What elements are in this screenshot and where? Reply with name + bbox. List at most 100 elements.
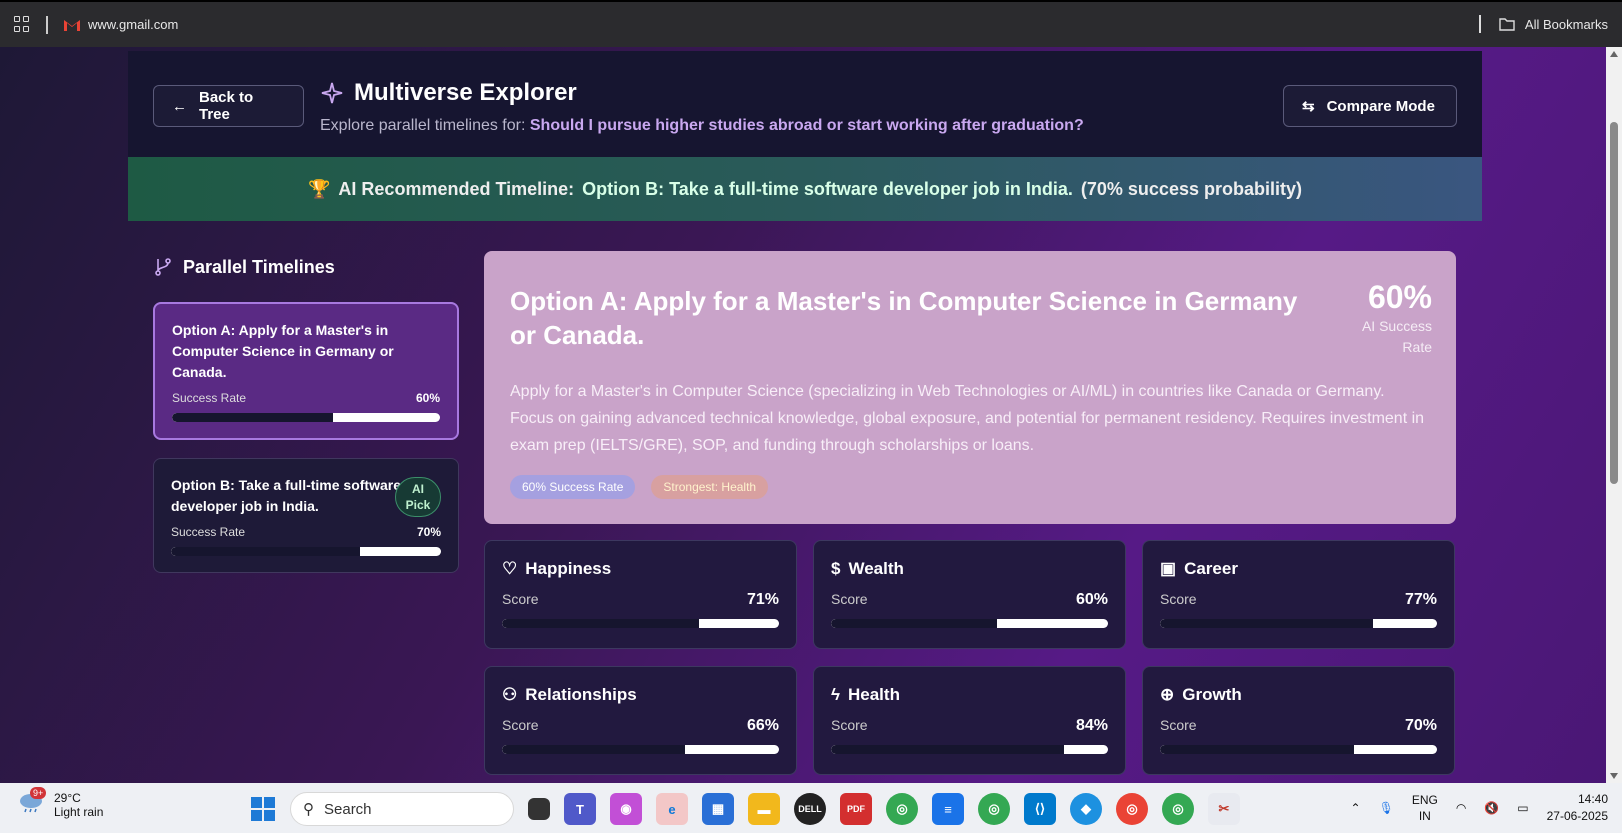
- search-icon: ⚲: [303, 801, 314, 818]
- microphone-icon[interactable]: 🎙: [1379, 801, 1394, 815]
- success-rate-bar: [172, 413, 440, 422]
- vscode-icon[interactable]: ⟨⟩: [1024, 793, 1056, 825]
- store-icon[interactable]: ▦: [702, 793, 734, 825]
- metric-name: Health: [848, 685, 900, 704]
- timeline-name: Option B: Take a full-time software deve…: [171, 477, 401, 514]
- scroll-up-arrow-icon[interactable]: [1610, 51, 1618, 57]
- system-tray: ⌃ 🎙 ENG IN ◠ 🔇 ▭ 14:40 27-06-2025: [1351, 791, 1608, 825]
- metric-card-growth: ⊕ Growth Score 70%: [1142, 666, 1455, 775]
- metric-name: Relationships: [525, 685, 637, 704]
- clock[interactable]: 14:40 27-06-2025: [1547, 791, 1608, 825]
- copilot-icon[interactable]: ◉: [610, 793, 642, 825]
- dollar-icon: $: [831, 559, 841, 578]
- clock-time: 14:40: [1577, 792, 1608, 806]
- bookmarks-label[interactable]: All Bookmarks: [1525, 17, 1608, 32]
- docker-icon[interactable]: ◆: [1070, 793, 1102, 825]
- timeline-card-option-a[interactable]: Option A: Apply for a Master's in Comput…: [153, 302, 459, 440]
- metric-card-happiness: ♡ Happiness Score 71%: [484, 540, 797, 649]
- score-bar-fill: [502, 619, 699, 628]
- briefcase-icon: ▣: [1160, 559, 1177, 578]
- score-label: Score: [1160, 717, 1197, 733]
- score-label: Score: [831, 591, 868, 607]
- url-text[interactable]: www.gmail.com: [88, 17, 178, 32]
- page-scrollbar[interactable]: [1606, 47, 1622, 783]
- ai-pick-badge: AI Pick: [395, 477, 441, 517]
- banner-prefix: AI Recommended Timeline:: [338, 178, 575, 199]
- recommended-option: Option B: Take a full-time software deve…: [582, 178, 1073, 199]
- chrome-profile-c2-icon[interactable]: ◎: [1116, 793, 1148, 825]
- detail-chips: 60% Success Rate Strongest: Health: [510, 475, 1430, 499]
- score-bar-fill: [1160, 745, 1354, 754]
- metric-card-career: ▣ Career Score 77%: [1142, 540, 1455, 649]
- timeline-card-option-b[interactable]: Option B: Take a full-time software deve…: [153, 458, 459, 573]
- volume-muted-icon[interactable]: 🔇: [1484, 801, 1499, 815]
- success-rate-bar-fill: [172, 413, 333, 422]
- battery-icon[interactable]: ▭: [1517, 801, 1528, 815]
- apps-grid-icon[interactable]: [14, 15, 32, 34]
- chevron-up-icon[interactable]: ⌃: [1351, 801, 1361, 815]
- divider: [46, 15, 48, 34]
- score-label: Score: [502, 591, 539, 607]
- scroll-down-arrow-icon[interactable]: [1610, 773, 1618, 779]
- metric-name: Career: [1184, 559, 1238, 578]
- gmail-icon: [64, 19, 80, 31]
- bookmarks-area[interactable]: All Bookmarks: [1478, 15, 1608, 33]
- language-indicator[interactable]: ENG IN: [1412, 792, 1438, 824]
- score-label: Score: [1160, 591, 1197, 607]
- folder-icon: [1499, 18, 1515, 31]
- score-label: Score: [831, 717, 868, 733]
- header: ← Back to Tree Multiverse Explorer Explo…: [128, 51, 1482, 157]
- compare-mode-button[interactable]: ⇆ Compare Mode: [1283, 85, 1457, 127]
- file-explorer-icon[interactable]: ▬: [748, 793, 780, 825]
- success-rate-bar: [171, 547, 441, 556]
- lang-top: ENG: [1411, 793, 1438, 807]
- notepad-icon[interactable]: ≡: [932, 793, 964, 825]
- timeline-detail-card: Option A: Apply for a Master's in Comput…: [484, 251, 1456, 524]
- sidebar-heading: Parallel Timelines: [153, 252, 459, 282]
- score-bar: [502, 619, 779, 628]
- trophy-icon: 🏆: [308, 178, 331, 199]
- pdf-icon[interactable]: PDF: [840, 793, 872, 825]
- dell-icon[interactable]: DELL: [794, 793, 826, 825]
- score-value: 77%: [1404, 591, 1437, 608]
- weather-temp: 29°C: [54, 791, 81, 805]
- detail-title: Option A: Apply for a Master's in Comput…: [510, 286, 1298, 350]
- score-bar-fill: [502, 745, 685, 754]
- metric-name: Happiness: [525, 559, 612, 578]
- weather-widget[interactable]: 9+ 29°C Light rain: [18, 787, 103, 819]
- rain-cloud-icon: 9+: [18, 787, 47, 813]
- teams-icon[interactable]: T: [564, 793, 596, 825]
- users-icon: ⚇: [502, 685, 518, 704]
- success-rate-chip: 60% Success Rate: [510, 475, 636, 499]
- compare-label: Compare Mode: [1326, 97, 1435, 115]
- browser-toolbar: www.gmail.com All Bookmarks: [0, 0, 1622, 47]
- score-bar: [1160, 619, 1437, 628]
- score-bar-fill: [1160, 619, 1374, 628]
- score-value: 70%: [1404, 717, 1437, 734]
- wifi-icon[interactable]: ◠: [1456, 801, 1466, 815]
- chrome-profile-p-icon[interactable]: ◎: [886, 793, 918, 825]
- scrollbar-thumb[interactable]: [1610, 122, 1618, 484]
- task-view-icon[interactable]: [528, 798, 550, 820]
- timeline-name: Option A: Apply for a Master's in Comput…: [172, 322, 394, 380]
- chrome-profile-c-icon[interactable]: ◎: [978, 793, 1010, 825]
- bolt-icon: ϟ: [831, 685, 840, 704]
- divider: [1478, 15, 1481, 33]
- metric-card-relationships: ⚇ Relationships Score 66%: [484, 666, 797, 775]
- strongest-chip: Strongest: Health: [651, 475, 769, 499]
- windows-taskbar: 9+ 29°C Light rain ⚲ Search T ◉ e ▦ ▬ DE…: [0, 783, 1622, 833]
- score-bar: [831, 619, 1108, 628]
- snipping-tool-icon[interactable]: ✂: [1208, 793, 1240, 825]
- metric-card-health: ϟ Health Score 84%: [813, 666, 1126, 775]
- taskbar-search[interactable]: ⚲ Search: [290, 792, 514, 826]
- windows-start-icon[interactable]: [250, 796, 276, 822]
- edge-icon[interactable]: e: [656, 793, 688, 825]
- git-branch-icon: [155, 258, 171, 276]
- score-bar: [831, 745, 1108, 754]
- metric-name: Wealth: [848, 559, 904, 578]
- score-value: 66%: [746, 717, 779, 734]
- metric-card-wealth: $ Wealth Score 60%: [813, 540, 1126, 649]
- success-row: Success Rate 60%: [172, 391, 440, 405]
- back-to-tree-button[interactable]: ← Back to Tree: [153, 85, 304, 127]
- chrome-profile-p2-icon[interactable]: ◎: [1162, 793, 1194, 825]
